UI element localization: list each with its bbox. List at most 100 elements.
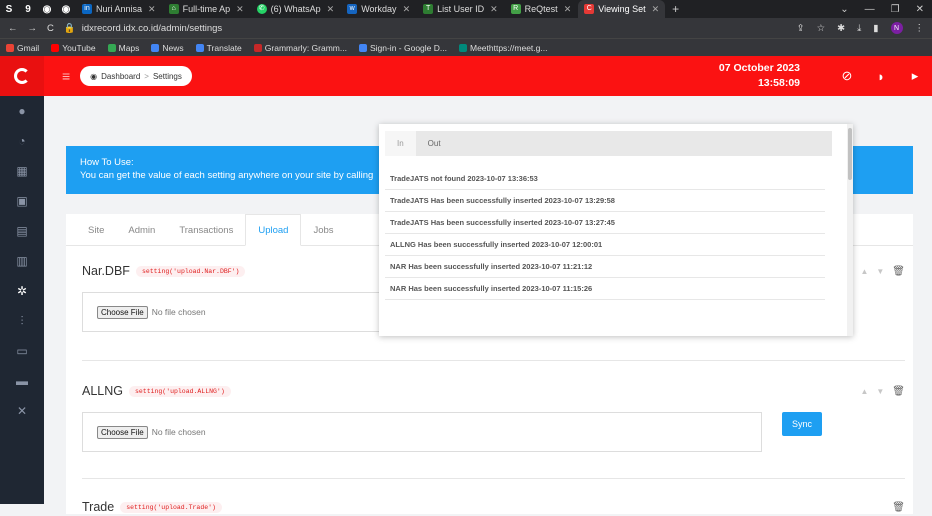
extensions-icon[interactable]: ✱ [837, 23, 845, 34]
notification-item[interactable]: TradeJATS not found 2023-10-07 13:36:53 [385, 168, 825, 190]
file-icon[interactable]: ▥ [0, 246, 44, 276]
app-logo[interactable] [0, 56, 44, 96]
hamburger-icon[interactable]: ≡ [62, 68, 70, 84]
upload-status-icon[interactable]: ◗ [864, 69, 898, 84]
close-icon[interactable]: ✕ [327, 4, 335, 15]
chrome-icon[interactable]: ◉ [38, 0, 56, 18]
profile-avatar[interactable]: N [890, 22, 903, 34]
date-text: 07 October 2023 [718, 62, 800, 74]
browser-tab[interactable]: R ReQtest ✕ [505, 0, 578, 18]
address-bar[interactable]: 🔒 idxrecord.idx.co.id/admin/settings [64, 23, 787, 34]
tab-in[interactable]: In [385, 131, 416, 156]
trash-icon[interactable]: 🗑 [892, 386, 905, 397]
close-icon[interactable]: ✕ [148, 4, 156, 15]
window-icon[interactable]: ▭ [0, 336, 44, 366]
chart-icon[interactable]: ▦ [0, 156, 44, 186]
menu-icon[interactable]: ⋮ [915, 23, 925, 34]
browser-tab-active[interactable]: C Viewing Set ✕ [578, 0, 666, 18]
sync-button[interactable]: Sync [782, 412, 822, 436]
browser-tab[interactable]: ✆ (6) WhatsAp ✕ [251, 0, 341, 18]
close-icon[interactable]: ✕ [564, 4, 572, 15]
close-icon[interactable]: ✕ [652, 4, 660, 15]
bookmark-meet[interactable]: Meethttps://meet.g... [458, 43, 547, 53]
browser-tab[interactable]: T List User ID ✕ [417, 0, 504, 18]
choose-file-button[interactable]: Choose File [97, 305, 148, 319]
document-icon[interactable]: ▤ [0, 216, 44, 246]
notification-item[interactable]: TradeJATS Has been successfully inserted… [385, 212, 825, 234]
breadcrumb: ◉ Dashboard > Settings [80, 66, 192, 86]
minimize-icon[interactable]: — [865, 4, 875, 15]
tab-jobs[interactable]: Jobs [301, 225, 345, 245]
notification-item[interactable]: NAR Has been successfully inserted 2023-… [385, 256, 825, 278]
move-up-icon[interactable]: ▲ [860, 387, 868, 396]
sidepanel-icon[interactable]: ▮ [873, 23, 878, 34]
notification-list: TradeJATS not found 2023-10-07 13:36:53 … [385, 168, 825, 300]
notification-item[interactable]: NAR Has been successfully inserted 2023-… [385, 278, 825, 300]
choose-file-button[interactable]: Choose File [97, 425, 148, 439]
notification-off-icon[interactable]: ⊘ [830, 68, 864, 84]
breadcrumb-separator: > [144, 71, 149, 81]
tab-transactions[interactable]: Transactions [167, 225, 245, 245]
dashboard-icon[interactable]: ◔ [0, 126, 44, 156]
reload-icon[interactable]: C [47, 23, 54, 34]
box-icon[interactable]: ▣ [0, 186, 44, 216]
new-tab-button[interactable]: + [666, 0, 685, 18]
share-icon[interactable]: ⇪ [797, 23, 805, 34]
forward-icon[interactable]: → [28, 23, 38, 34]
trash-icon[interactable]: 🗑 [892, 502, 905, 513]
app-sidebar: ● ◔ ▦ ▣ ▤ ▥ ✲ ⫶ ▭ ▬ ✕ [0, 56, 44, 504]
breadcrumb-dashboard[interactable]: Dashboard [101, 72, 140, 81]
bookmark-youtube[interactable]: YouTube [51, 43, 96, 53]
bookmark-google-docs[interactable]: Sign-in - Google D... [358, 43, 447, 53]
star-icon[interactable]: ☆ [817, 23, 826, 34]
back-icon[interactable]: ← [8, 23, 18, 34]
dashboard-crumb-icon: ◉ [90, 71, 98, 81]
download-icon[interactable]: ⤓ [857, 23, 861, 34]
file-status: No file chosen [151, 307, 206, 317]
close-icon[interactable]: ✕ [236, 4, 244, 15]
pinned-tab-icon[interactable]: S [0, 0, 18, 18]
move-down-icon[interactable]: ▼ [876, 267, 884, 276]
scrollbar[interactable] [847, 124, 853, 336]
close-icon[interactable]: ✕ [403, 4, 411, 15]
browser-tab[interactable]: in Nuri Annisa ✕ [76, 0, 162, 18]
translate-icon [195, 43, 204, 52]
tools-icon[interactable]: ✕ [0, 396, 44, 426]
bookmark-maps[interactable]: Maps [107, 43, 139, 53]
file-upload-field: Choose File No file chosen [82, 412, 762, 452]
notification-item[interactable]: TradeJATS Has been successfully inserted… [385, 190, 825, 212]
restore-icon[interactable]: ❐ [891, 4, 900, 15]
setting-code-badge: setting('upload.Trade') [120, 501, 222, 513]
tab-site[interactable]: Site [76, 225, 116, 245]
scrollbar-thumb[interactable] [848, 128, 852, 180]
chevron-down-icon[interactable]: ⌄ [840, 4, 848, 15]
browser-tab-strip: S 9 ◉ ◉ in Nuri Annisa ✕ ⌂ Full-time Ap ✕ ✆(… [0, 0, 932, 18]
job-icon: ⌂ [168, 4, 179, 14]
close-icon[interactable]: ✕ [490, 4, 498, 15]
folder-icon[interactable]: ▬ [0, 366, 44, 396]
move-down-icon[interactable]: ▼ [876, 387, 884, 396]
move-up-icon[interactable]: ▲ [860, 267, 868, 276]
bookmark-gmail[interactable]: Gmail [6, 43, 39, 53]
home-icon[interactable]: ● [0, 96, 44, 126]
browser-tab[interactable]: w Workday ✕ [341, 0, 416, 18]
notification-dropdown: In Out TradeJATS not found 2023-10-07 13… [379, 124, 853, 336]
tab-admin[interactable]: Admin [116, 225, 167, 245]
browser-tab[interactable]: ⌂ Full-time Ap ✕ [163, 0, 250, 18]
tab-out[interactable]: Out [416, 131, 453, 156]
window-controls: ⌄ — ❐ ✕ [840, 4, 932, 15]
pinned-tab-icon[interactable]: 9 [19, 0, 37, 18]
setting-code-badge: setting('upload.Nar.DBF') [135, 265, 246, 277]
user-menu-icon[interactable]: ▸ [898, 68, 932, 84]
file-status: No file chosen [151, 427, 206, 437]
chrome-icon[interactable]: ◉ [57, 0, 75, 18]
sliders-icon[interactable]: ⫶ [0, 306, 44, 336]
bookmark-news[interactable]: News [151, 43, 184, 53]
trash-icon[interactable]: 🗑 [892, 266, 905, 277]
bookmark-grammarly[interactable]: Grammarly: Gramm... [253, 43, 347, 53]
notification-item[interactable]: ALLNG Has been successfully inserted 202… [385, 234, 825, 256]
tab-upload[interactable]: Upload [245, 214, 302, 246]
gear-icon[interactable]: ✲ [0, 276, 44, 306]
bookmark-translate[interactable]: Translate [195, 43, 242, 53]
close-window-icon[interactable]: ✕ [916, 4, 924, 15]
